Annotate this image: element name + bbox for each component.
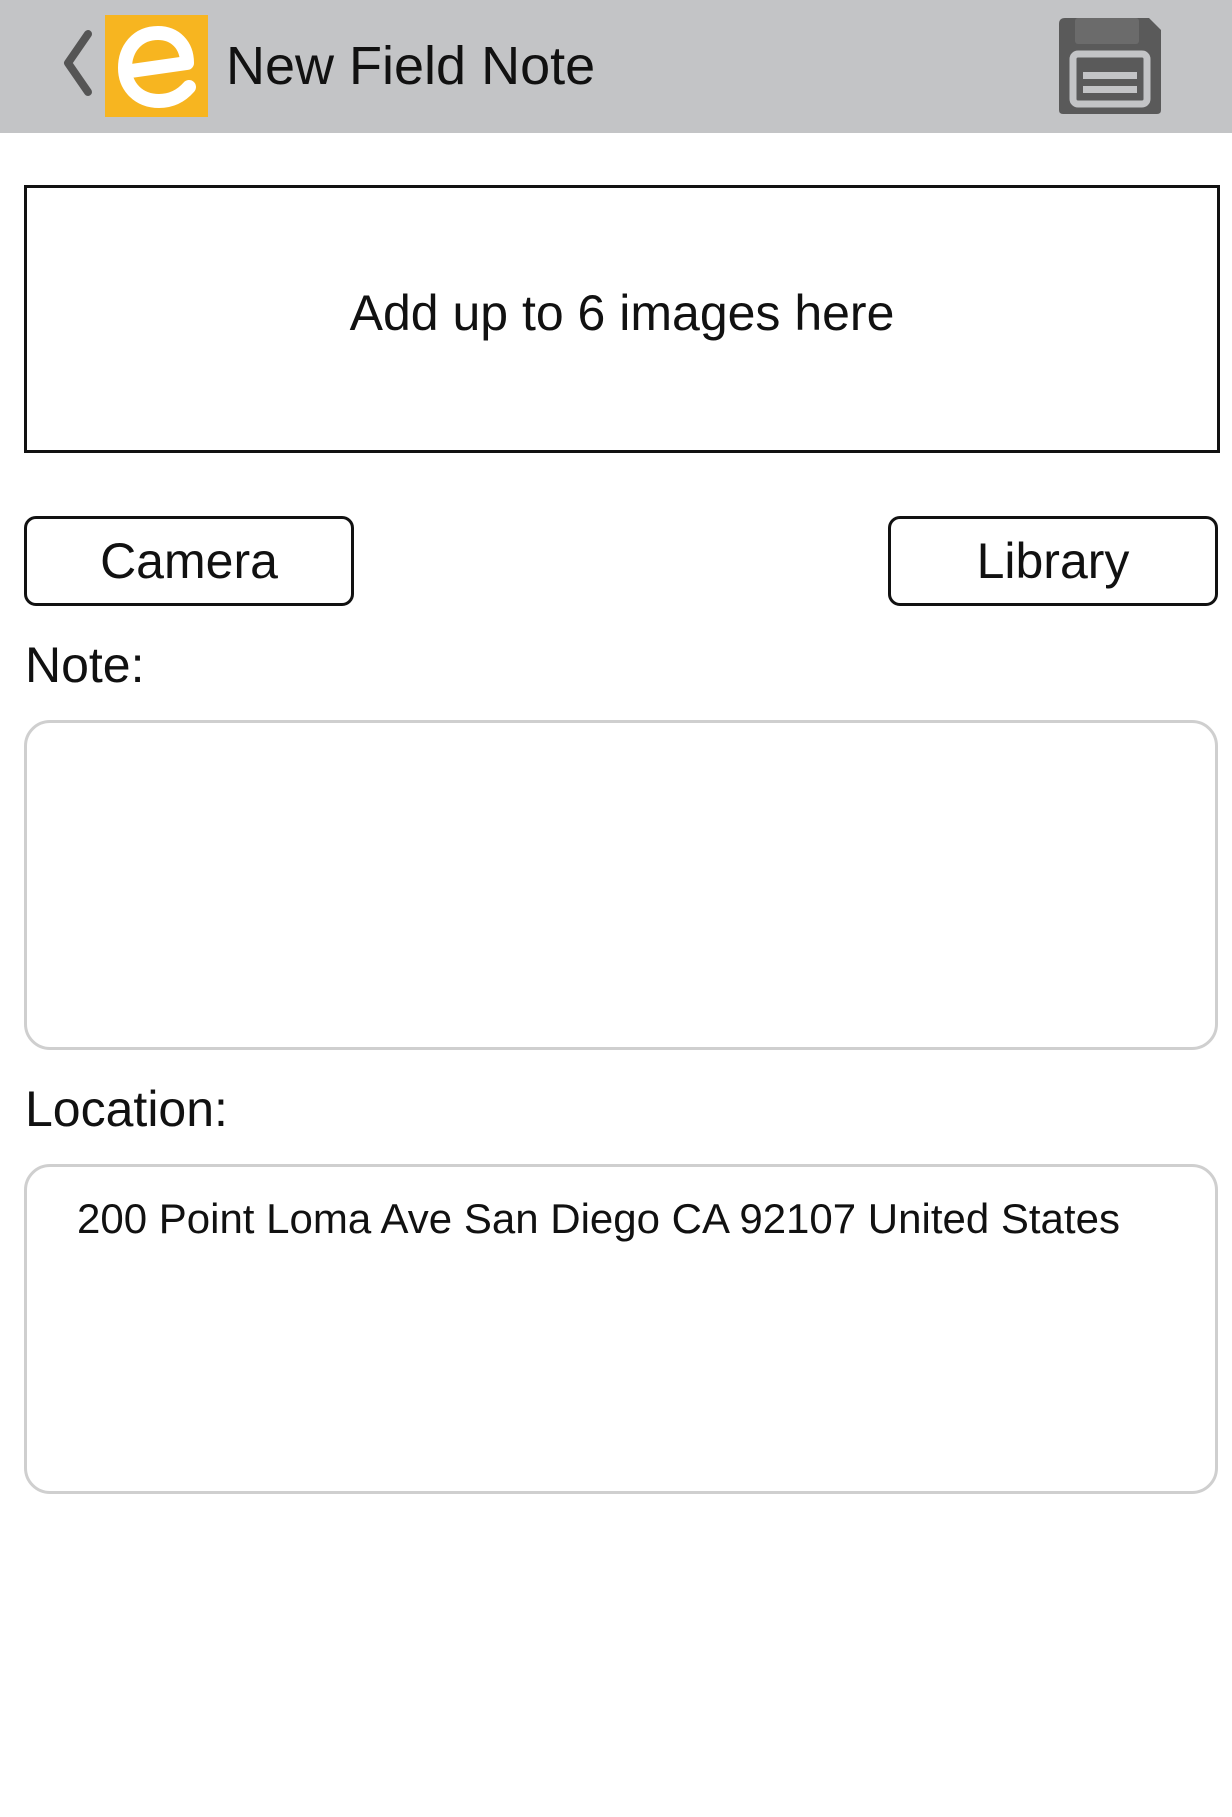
image-drop-area[interactable]: Add up to 6 images here bbox=[24, 185, 1220, 453]
floppy-disk-icon bbox=[1059, 18, 1161, 114]
e-logo-icon bbox=[105, 15, 208, 117]
location-value: 200 Point Loma Ave San Diego CA 92107 Un… bbox=[77, 1195, 1120, 1242]
location-textarea[interactable]: 200 Point Loma Ave San Diego CA 92107 Un… bbox=[24, 1164, 1218, 1494]
back-button[interactable] bbox=[60, 28, 94, 98]
location-label: Location: bbox=[25, 1081, 228, 1137]
camera-button[interactable]: Camera bbox=[24, 516, 354, 606]
note-label: Note: bbox=[25, 637, 145, 693]
app-logo bbox=[105, 15, 208, 117]
top-bar: New Field Note bbox=[0, 0, 1232, 133]
library-button[interactable]: Library bbox=[888, 516, 1218, 606]
save-button[interactable] bbox=[1055, 14, 1165, 118]
note-textarea[interactable] bbox=[24, 720, 1218, 1050]
chevron-left-icon bbox=[64, 30, 92, 96]
image-drop-label: Add up to 6 images here bbox=[349, 285, 895, 341]
page-title: New Field Note bbox=[226, 36, 596, 96]
